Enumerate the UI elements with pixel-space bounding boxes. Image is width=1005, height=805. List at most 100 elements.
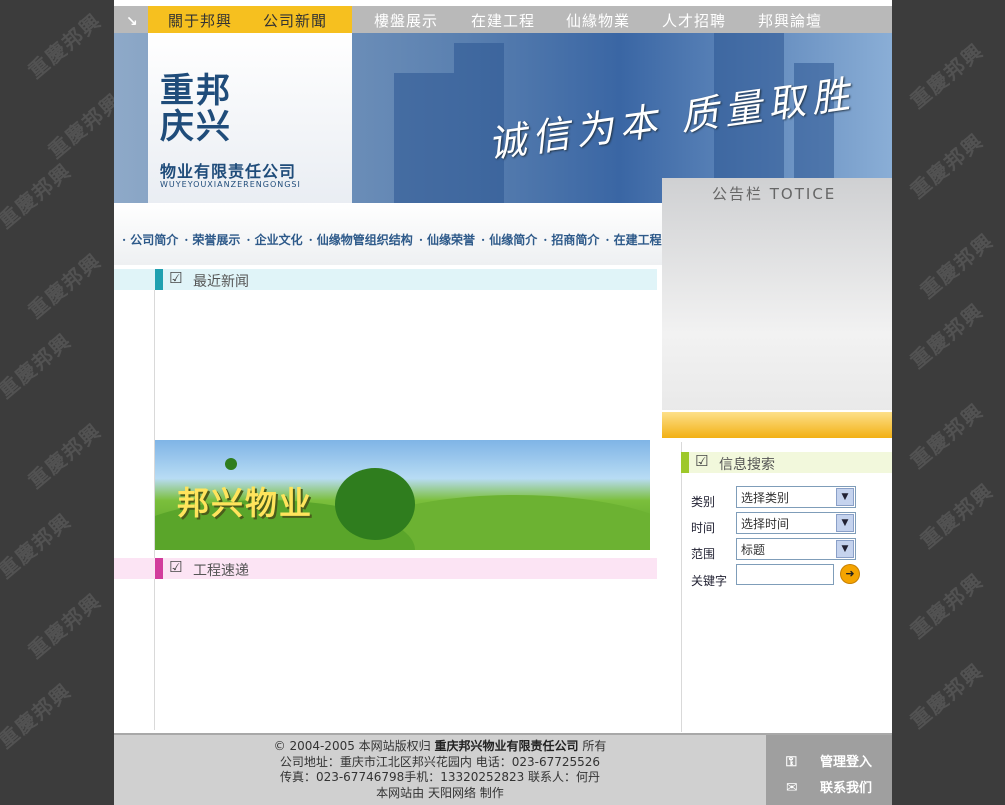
- contact-us-link[interactable]: ✉ 联系我们: [786, 777, 872, 796]
- nav-xianyuan-property[interactable]: 仙緣物業: [566, 10, 630, 31]
- nav-company-news[interactable]: 公司新聞: [263, 10, 327, 31]
- watermark-text: 重慶邦興: [905, 298, 989, 374]
- bullet-icon: ·: [543, 233, 548, 247]
- section-title: 信息搜索: [719, 457, 775, 473]
- tree-shape: [225, 458, 237, 470]
- header-strip: [114, 269, 155, 290]
- chevron-down-icon: ▼: [836, 540, 854, 558]
- address-line: 公司地址：重庆市江北区邦兴花园内 电话：023-67725526: [279, 754, 601, 769]
- notice-board: 公告栏 TOTICE: [662, 178, 892, 438]
- watermark-text: 重慶邦興: [915, 228, 999, 304]
- checkmark-icon: ☑: [169, 558, 183, 576]
- time-select[interactable]: 选择时间 ▼: [736, 512, 856, 534]
- promo-banner[interactable]: 邦兴物业: [155, 440, 650, 550]
- nav-recruitment[interactable]: 人才招聘: [662, 10, 726, 31]
- bullet-icon: ·: [184, 233, 189, 247]
- subnav-culture[interactable]: · 企业文化: [246, 231, 302, 248]
- subnav-label: 在建工程: [613, 233, 662, 247]
- watermark-text: 重慶邦興: [905, 38, 989, 114]
- watermark-text: 重慶邦興: [905, 398, 989, 474]
- section-tab: [155, 269, 163, 290]
- nav-forum[interactable]: 邦興論壇: [758, 10, 822, 31]
- watermark-text: 重慶邦興: [0, 158, 77, 234]
- copyright-line: © 2004-2005 本网站版权归 重庆邦兴物业有限责任公司 所有: [114, 739, 766, 755]
- keyword-input[interactable]: [736, 564, 834, 585]
- section-tab: [155, 558, 163, 579]
- bullet-icon: ·: [246, 233, 251, 247]
- nav-about[interactable]: 關于邦興: [168, 10, 232, 31]
- latest-news-header: ☑ 最近新闻: [155, 269, 657, 290]
- subnav-label: 企业文化: [254, 233, 303, 247]
- section-tab: [681, 452, 689, 473]
- contact-us-label: 联系我们: [820, 781, 873, 796]
- bullet-icon: ·: [308, 233, 313, 247]
- subnav-company-intro[interactable]: · 公司简介: [122, 231, 178, 248]
- subnav-org-structure[interactable]: · 仙缘物管组织结构: [309, 231, 413, 248]
- subnav-projects[interactable]: · 在建工程: [605, 231, 661, 248]
- chevron-down-icon: ▼: [836, 488, 854, 506]
- page-container: ↘ 關于邦興 公司新聞 樓盤展示 在建工程 仙緣物業 人才招聘 邦興論壇 诚信为…: [114, 0, 892, 805]
- envelope-icon: ✉: [786, 780, 798, 796]
- subnav-honors[interactable]: · 荣誉展示: [184, 231, 240, 248]
- category-select[interactable]: 选择类别 ▼: [736, 486, 856, 508]
- admin-login-link[interactable]: ⚿ 管理登入: [786, 751, 872, 770]
- subnav-label: 招商简介: [551, 233, 600, 247]
- key-icon: ⚿: [786, 754, 797, 770]
- scope-select[interactable]: 标题 ▼: [736, 538, 856, 560]
- tree-shape: [335, 468, 415, 540]
- admin-login-label: 管理登入: [820, 755, 873, 770]
- subnav-xianyuan-intro[interactable]: · 仙缘简介: [481, 231, 537, 248]
- section-title: 最近新闻: [193, 274, 249, 290]
- copyright-prefix: © 2004-2005 本网站版权归: [273, 739, 431, 753]
- nav-projects[interactable]: 在建工程: [471, 10, 535, 31]
- watermark-text: 重慶邦興: [23, 8, 107, 84]
- checkmark-icon: ☑: [169, 269, 183, 287]
- keyword-label: 关键字: [691, 574, 728, 588]
- subnav-label: 仙缘物管组织结构: [316, 233, 413, 247]
- copyright-company: 重庆邦兴物业有限责任公司: [434, 739, 579, 753]
- chevron-down-icon: ▼: [836, 514, 854, 532]
- footer-info: © 2004-2005 本网站版权归 重庆邦兴物业有限责任公司 所有 公司地址：…: [114, 739, 766, 801]
- logo-panel: 重邦 庆兴 物业有限责任公司 WUYEYOUXIANZERENGONGSI: [148, 33, 352, 215]
- time-value: 选择时间: [741, 517, 790, 531]
- scope-value: 标题: [741, 543, 766, 557]
- subnav-label: 仙缘简介: [489, 233, 538, 247]
- watermark-text: 重慶邦興: [23, 248, 107, 324]
- footer: © 2004-2005 本网站版权归 重庆邦兴物业有限责任公司 所有 公司地址：…: [114, 733, 892, 805]
- bullet-icon: ·: [122, 233, 127, 247]
- building-shape: [394, 73, 454, 203]
- info-search-header: ☑ 信息搜索: [681, 452, 892, 473]
- search-go-button[interactable]: ➜: [841, 565, 859, 583]
- divider-line: [681, 442, 682, 732]
- right-watermark-panel: 重慶邦興 重慶邦興 重慶邦興 重慶邦興 重慶邦興 重慶邦興 重慶邦興 重慶邦興: [892, 0, 1005, 805]
- watermark-text: 重慶邦興: [905, 658, 989, 734]
- time-label: 时间: [691, 521, 716, 535]
- notice-stripe: [662, 410, 892, 438]
- notice-title: 公告栏 TOTICE: [712, 185, 837, 203]
- subnav-label: 仙缘荣誉: [427, 233, 476, 247]
- bullet-icon: ·: [605, 233, 610, 247]
- subnav-investment[interactable]: · 招商简介: [543, 231, 599, 248]
- watermark-text: 重慶邦興: [915, 478, 999, 554]
- bullet-icon: ·: [418, 233, 423, 247]
- top-nav: ↘ 關于邦興 公司新聞 樓盤展示 在建工程 仙緣物業 人才招聘 邦興論壇: [114, 6, 892, 33]
- category-label: 类别: [691, 495, 716, 509]
- subnav-label: 荣誉展示: [192, 233, 241, 247]
- project-news-header: ☑ 工程速递: [155, 558, 657, 579]
- header-strip: [114, 558, 155, 579]
- copyright-suffix: 所有: [582, 739, 607, 753]
- category-value: 选择类别: [741, 491, 790, 505]
- watermark-text: 重慶邦興: [43, 88, 114, 164]
- company-pinyin: WUYEYOUXIANZERENGONGSI: [160, 180, 301, 189]
- watermark-text: 重慶邦興: [905, 568, 989, 644]
- section-title: 工程速递: [193, 563, 249, 579]
- credit-line: 本网站由 天阳网络 制作: [376, 785, 504, 800]
- watermark-text: 重慶邦興: [905, 128, 989, 204]
- watermark-text: 重慶邦興: [0, 328, 77, 404]
- nav-property-display[interactable]: 樓盤展示: [374, 10, 438, 31]
- promo-text: 邦兴物业: [177, 484, 314, 522]
- sub-nav-list: · 公司简介 · 荣誉展示 · 企业文化 · 仙缘物管组织结构 · 仙缘荣誉 · 仙缘简介 …: [122, 231, 668, 248]
- watermark-text: 重慶邦興: [0, 508, 77, 584]
- logo-line: 重邦: [160, 71, 232, 111]
- subnav-xianyuan-honors[interactable]: · 仙缘荣誉: [419, 231, 475, 248]
